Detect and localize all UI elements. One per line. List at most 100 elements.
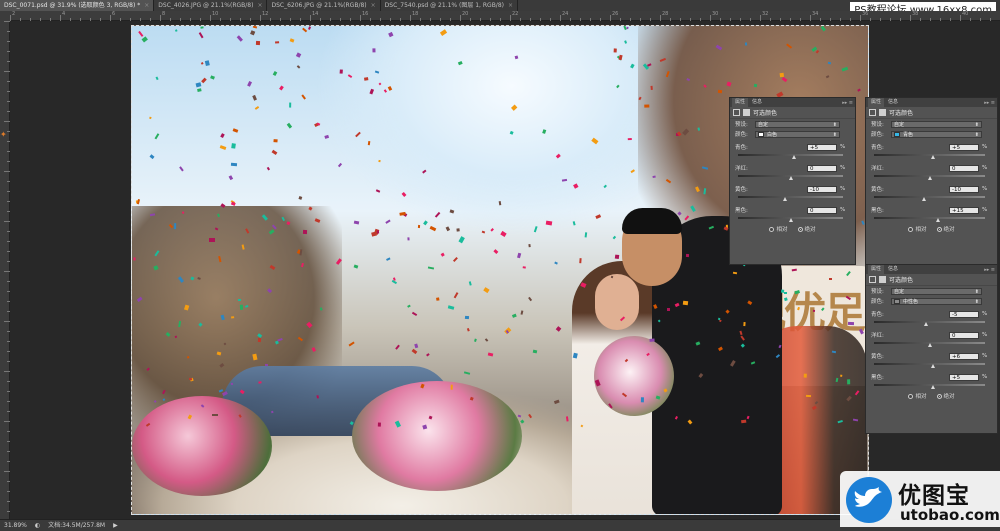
slider-handle[interactable] — [927, 176, 932, 180]
radio-dot[interactable] — [908, 393, 914, 399]
radio-relative-label: 相对 — [915, 227, 927, 233]
tab-dsc-4026[interactable]: DSC_4026.JPG @ 21.1%(RGB/8) × — [154, 0, 268, 11]
horizontal-ruler[interactable]: 2 4 6 8 10 12 14 16 18 20 22 24 26 28 30 32 34 36 38 40 — [10, 11, 1000, 21]
confetti-piece — [566, 416, 569, 422]
ruler-tick — [790, 18, 791, 21]
slider-handle[interactable] — [936, 218, 941, 222]
ruler-tick — [850, 18, 851, 21]
slider-handle[interactable] — [930, 155, 935, 159]
color-select[interactable]: 中性色 ⬍ — [891, 297, 982, 305]
status-menu-arrow-icon[interactable]: ▶ — [113, 520, 118, 531]
radio-relative[interactable]: 相对 — [769, 225, 788, 233]
preset-select[interactable]: 自定 ⬍ — [891, 120, 982, 128]
tab-info[interactable]: 信息 — [885, 265, 901, 274]
ruler-tick — [640, 18, 641, 21]
channel-value-input[interactable]: -5 — [949, 310, 979, 318]
confetti-piece — [745, 42, 748, 46]
channel-value-input[interactable]: +5 — [949, 143, 979, 151]
channel-slider[interactable] — [866, 340, 997, 348]
channel-slider[interactable] — [866, 152, 997, 160]
radio-dot[interactable] — [936, 226, 942, 232]
channel-value-input[interactable]: 0 — [949, 331, 979, 339]
close-icon[interactable]: × — [257, 0, 262, 11]
close-icon[interactable]: × — [371, 0, 376, 11]
panel-menu-icon[interactable]: ▸▸ ≡ — [984, 100, 997, 106]
slider-track[interactable] — [874, 384, 985, 386]
radio-absolute[interactable]: 绝对 — [936, 225, 955, 233]
preset-select[interactable]: 自定 ⬍ — [755, 120, 840, 128]
channel-slider[interactable] — [866, 361, 997, 369]
tab-info[interactable]: 信息 — [885, 98, 901, 107]
channel-slider[interactable] — [730, 152, 855, 160]
preset-select[interactable]: 自定 ⬍ — [891, 287, 982, 295]
panel-menu-icon[interactable]: ▸▸ ≡ — [842, 100, 855, 106]
channel-slider[interactable] — [866, 173, 997, 181]
slider-track[interactable] — [738, 196, 843, 198]
slider-handle[interactable] — [930, 364, 935, 368]
channel-slider[interactable] — [730, 194, 855, 202]
channel-slider[interactable] — [866, 319, 997, 327]
radio-dot[interactable] — [797, 226, 803, 232]
color-select[interactable]: 青色 ⬍ — [891, 130, 982, 138]
photoshop-window: DSC_0071.psd @ 31.9% (选取颜色 3, RGB/8) * × … — [0, 0, 1000, 531]
panel-menu-icon[interactable]: ▸▸ ≡ — [984, 267, 997, 273]
radio-dot[interactable] — [936, 393, 942, 399]
channel-slider[interactable] — [866, 215, 997, 223]
channel-slider[interactable] — [730, 173, 855, 181]
confetti-piece — [233, 128, 239, 133]
properties-panel-white: 属性 信息 ▸▸ ≡ 可选颜色 预设: 自定 ⬍ 颜色: 白色 ⬍ 青色: +5 % — [729, 97, 856, 265]
tab-info[interactable]: 信息 — [749, 98, 765, 107]
confetti-piece — [298, 196, 303, 200]
radio-dot[interactable] — [908, 226, 914, 232]
radio-absolute[interactable]: 绝对 — [936, 392, 955, 400]
slider-track[interactable] — [738, 154, 843, 156]
radio-relative[interactable]: 相对 — [908, 392, 927, 400]
channel-slider[interactable] — [730, 215, 855, 223]
tab-properties[interactable]: 属性 — [868, 98, 885, 107]
radio-dot[interactable] — [769, 226, 775, 232]
slider-handle[interactable] — [791, 155, 796, 159]
channel-value-input[interactable]: 0 — [807, 164, 837, 172]
channel-value-input[interactable]: 0 — [949, 164, 979, 172]
slider-track[interactable] — [874, 217, 985, 219]
channel-value-input[interactable]: 0 — [807, 206, 837, 214]
tab-properties[interactable]: 属性 — [732, 98, 749, 107]
logo-text-cn: 优图宝 — [898, 483, 970, 509]
slider-handle[interactable] — [927, 343, 932, 347]
mask-icon[interactable] — [879, 109, 886, 116]
slider-handle[interactable] — [930, 385, 935, 389]
vertical-ruler[interactable] — [0, 21, 10, 519]
close-icon[interactable]: × — [144, 0, 149, 11]
slider-track[interactable] — [874, 154, 985, 156]
ruler-tick — [830, 18, 831, 21]
radio-absolute[interactable]: 绝对 — [797, 225, 816, 233]
slider-handle[interactable] — [924, 322, 929, 326]
channel-label: 黑色: — [871, 208, 884, 214]
channel-value-input[interactable]: +15 — [949, 206, 979, 214]
channel-slider[interactable] — [866, 194, 997, 202]
mask-icon[interactable] — [879, 276, 886, 283]
color-select[interactable]: 白色 ⬍ — [755, 130, 840, 138]
zoom-level[interactable]: 31.89% — [4, 520, 27, 531]
slider-track[interactable] — [874, 363, 985, 365]
radio-relative[interactable]: 相对 — [908, 225, 927, 233]
slider-track[interactable] — [874, 196, 985, 198]
channel-value-input[interactable]: +5 — [807, 143, 837, 151]
slider-handle[interactable] — [788, 176, 793, 180]
channel-value-input[interactable]: -10 — [807, 185, 837, 193]
channel-value-input[interactable]: +6 — [949, 352, 979, 360]
channel-value-input[interactable]: +5 — [949, 373, 979, 381]
channel-value-input[interactable]: -10 — [949, 185, 979, 193]
channel-slider[interactable] — [866, 382, 997, 390]
tab-dsc-6206[interactable]: DSC_6206.JPG @ 21.1%(RGB/8) × — [267, 0, 381, 11]
mask-icon[interactable] — [743, 109, 750, 116]
close-icon[interactable]: × — [508, 0, 513, 11]
tab-properties[interactable]: 属性 — [868, 265, 885, 274]
slider-handle[interactable] — [788, 218, 793, 222]
slider-handle[interactable] — [783, 197, 788, 201]
tab-dsc-0071[interactable]: DSC_0071.psd @ 31.9% (选取颜色 3, RGB/8) * × — [0, 0, 155, 11]
slider-track[interactable] — [874, 321, 985, 323]
tab-dsc-7540[interactable]: DSC_7540.psd @ 21.1% (图层 1, RGB/8) × — [381, 0, 519, 11]
ruler-corner[interactable] — [0, 11, 10, 21]
slider-handle[interactable] — [921, 197, 926, 201]
